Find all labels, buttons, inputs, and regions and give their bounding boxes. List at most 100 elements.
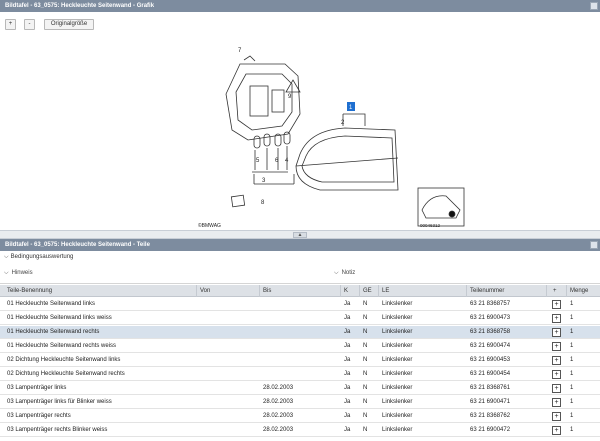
- parts-panel-title: Bildtafel - 63_0575: Heckleuchte Seitenw…: [5, 242, 150, 248]
- cell-teilenummer: 63 21 8368762: [470, 413, 511, 419]
- parts-table-header: Teile-Benennung Von Bis K GE LE Teilenum…: [0, 285, 600, 297]
- panel-splitter[interactable]: ▲: [0, 230, 600, 239]
- cell-le: Linkslenker: [382, 343, 413, 349]
- cell-ge: N: [363, 315, 368, 321]
- cell-bis: 28.02.2003: [263, 427, 294, 433]
- cell-k: Ja: [344, 343, 351, 349]
- table-row[interactable]: 03 Lampenträger links für Blinker weiss 2…: [0, 396, 600, 409]
- add-to-cart-button[interactable]: +: [552, 398, 561, 407]
- cell-ge: N: [363, 385, 368, 391]
- add-to-cart-button[interactable]: +: [552, 356, 561, 365]
- cell-menge: 1: [570, 385, 574, 391]
- add-to-cart-button[interactable]: +: [552, 300, 561, 309]
- table-row[interactable]: 03 Lampenträger rechts Blinker weiss 28.0…: [0, 424, 600, 437]
- zoom-in-button[interactable]: +: [5, 19, 16, 30]
- cell-teilenummer: 63 21 8368761: [470, 385, 511, 391]
- cell-ge: N: [363, 399, 368, 405]
- column-header-menge[interactable]: Menge: [570, 285, 588, 297]
- exploded-view-drawing: 7 9 1 2 5 6 4 3 8 ©BMWAG 00046312: [198, 48, 465, 229]
- hint-notes-bar: ⌵ Hinweis ⌵ Notiz: [0, 264, 600, 284]
- conditions-toggle[interactable]: ⌵ Bedingungsauswertung: [0, 252, 600, 262]
- callout-4[interactable]: 4: [285, 158, 289, 164]
- cell-name: 01 Heckleuchte Seitenwand rechts: [7, 329, 100, 335]
- column-header-von[interactable]: Von: [200, 285, 210, 297]
- cell-ge: N: [363, 413, 368, 419]
- cell-teilenummer: 63 21 6900453: [470, 357, 511, 363]
- table-row[interactable]: 01 Heckleuchte Seitenwand rechts Ja N Links…: [0, 326, 600, 339]
- cell-name: 02 Dichtung Heckleuchte Seitenwand links: [7, 357, 121, 363]
- callout-3[interactable]: 3: [262, 178, 266, 184]
- cell-teilenummer: 63 21 8368758: [470, 329, 511, 335]
- callout-9[interactable]: 9: [288, 94, 292, 100]
- cell-name: 03 Lampenträger links: [7, 385, 67, 391]
- column-header-k[interactable]: K: [344, 285, 348, 297]
- hinweis-toggle[interactable]: ⌵ Hinweis: [4, 270, 33, 277]
- original-size-button[interactable]: Originalgröße: [44, 19, 94, 30]
- panel-collapse-icon[interactable]: [590, 241, 598, 249]
- cell-teilenummer: 63 21 8368757: [470, 301, 511, 307]
- callout-8[interactable]: 8: [261, 200, 265, 206]
- chevron-down-icon: ⌵: [334, 270, 339, 276]
- cell-bis: 28.02.2003: [263, 399, 294, 405]
- parts-diagram[interactable]: 7 9 1 2 5 6 4 3 8 ©BMWAG 00046312: [0, 34, 600, 230]
- table-row[interactable]: 01 Heckleuchte Seitenwand links Ja N Linksl…: [0, 298, 600, 311]
- cell-name: 02 Dichtung Heckleuchte Seitenwand recht…: [7, 371, 125, 377]
- cell-menge: 1: [570, 301, 574, 307]
- notiz-toggle[interactable]: ⌵ Notiz: [334, 270, 355, 277]
- add-to-cart-button[interactable]: +: [552, 328, 561, 337]
- table-row[interactable]: 01 Heckleuchte Seitenwand rechts weiss Ja…: [0, 340, 600, 353]
- cell-teilenummer: 63 21 6900473: [470, 315, 511, 321]
- add-to-cart-button[interactable]: +: [552, 370, 561, 379]
- cell-le: Linkslenker: [382, 427, 413, 433]
- cell-bis: 28.02.2003: [263, 385, 294, 391]
- cell-teilenummer: 63 21 6900472: [470, 427, 511, 433]
- add-to-cart-button[interactable]: +: [552, 314, 561, 323]
- cell-k: Ja: [344, 301, 351, 307]
- graphic-panel-title: Bildtafel - 63_0575: Heckleuchte Seitenw…: [5, 3, 155, 9]
- cell-bis: 28.02.2003: [263, 413, 294, 419]
- column-header-name[interactable]: Teile-Benennung: [7, 285, 52, 297]
- cell-menge: 1: [570, 399, 574, 405]
- cell-k: Ja: [344, 399, 351, 405]
- table-row[interactable]: 03 Lampenträger rechts 28.02.2003 Ja N Links…: [0, 410, 600, 423]
- zoom-out-button[interactable]: -: [24, 19, 35, 30]
- table-row[interactable]: 03 Lampenträger links 28.02.2003 Ja N Linksl…: [0, 382, 600, 395]
- hinweis-label: Hinweis: [11, 270, 33, 276]
- cell-name: 01 Heckleuchte Seitenwand links weiss: [7, 315, 112, 321]
- cell-le: Linkslenker: [382, 371, 413, 377]
- cell-name: 03 Lampenträger rechts: [7, 413, 71, 419]
- chevron-up-icon[interactable]: ▲: [293, 232, 307, 238]
- copyright-label: ©BMWAG: [198, 222, 221, 229]
- cell-le: Linkslenker: [382, 357, 413, 363]
- chevron-down-icon: ⌵: [4, 270, 9, 276]
- callout-7[interactable]: 7: [238, 48, 242, 54]
- parts-table-body: 01 Heckleuchte Seitenwand links Ja N Linksl…: [0, 298, 600, 441]
- column-header-ge[interactable]: GE: [363, 285, 372, 297]
- cell-le: Linkslenker: [382, 315, 413, 321]
- add-to-cart-button[interactable]: +: [552, 342, 561, 351]
- callout-2[interactable]: 2: [341, 120, 345, 126]
- table-row[interactable]: 01 Heckleuchte Seitenwand links weiss Ja N…: [0, 312, 600, 325]
- add-to-cart-button[interactable]: +: [552, 384, 561, 393]
- cell-le: Linkslenker: [382, 385, 413, 391]
- callout-5[interactable]: 5: [256, 158, 260, 164]
- column-header-bis[interactable]: Bis: [263, 285, 271, 297]
- graphic-toolbar: + - Originalgröße: [0, 12, 600, 34]
- cell-k: Ja: [344, 385, 351, 391]
- cell-k: Ja: [344, 357, 351, 363]
- cell-le: Linkslenker: [382, 399, 413, 405]
- cell-menge: 1: [570, 315, 574, 321]
- add-to-cart-button[interactable]: +: [552, 412, 561, 421]
- add-to-cart-button[interactable]: +: [552, 426, 561, 435]
- cell-menge: 1: [570, 413, 574, 419]
- column-header-le[interactable]: LE: [382, 285, 389, 297]
- cell-ge: N: [363, 371, 368, 377]
- cell-le: Linkslenker: [382, 301, 413, 307]
- table-row[interactable]: 02 Dichtung Heckleuchte Seitenwand recht…: [0, 368, 600, 381]
- table-row[interactable]: 02 Dichtung Heckleuchte Seitenwand links…: [0, 354, 600, 367]
- panel-collapse-icon[interactable]: [590, 2, 598, 10]
- cell-k: Ja: [344, 371, 351, 377]
- column-header-teilenummer[interactable]: Teilenummer: [470, 285, 504, 297]
- cell-teilenummer: 63 21 6900474: [470, 343, 511, 349]
- conditions-label: Bedingungsauswertung: [10, 254, 74, 260]
